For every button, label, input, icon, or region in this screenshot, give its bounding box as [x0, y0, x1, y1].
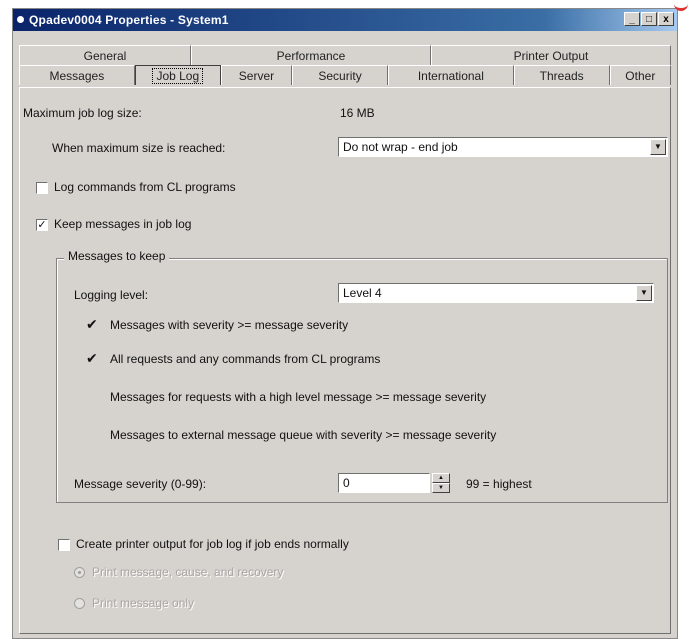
chevron-down-icon[interactable]: ▼	[636, 285, 652, 301]
when-reached-value: Do not wrap - end job	[343, 140, 458, 154]
tab-general[interactable]: General	[19, 45, 191, 65]
tab-other[interactable]: Other	[609, 65, 671, 85]
title-bar[interactable]: Qpadev0004 Properties - System1 _ □ x	[13, 9, 677, 31]
logging-level-label: Logging level:	[74, 288, 149, 302]
tab-row-front: Messages Job Log Server Security Interna…	[19, 65, 671, 85]
tab-job-log-label: Job Log	[152, 68, 204, 84]
radio-2-label: Print message only	[92, 596, 195, 610]
logging-level-value: Level 4	[343, 286, 382, 300]
logging-level-select[interactable]: Level 4 ▼	[338, 283, 654, 303]
keep-messages-label: Keep messages in job log	[54, 217, 192, 231]
max-size-value: 16 MB	[340, 106, 375, 120]
chevron-down-icon[interactable]: ▼	[432, 483, 450, 493]
checkmark-icon: ✔	[86, 316, 98, 332]
tab-messages[interactable]: Messages	[19, 65, 135, 85]
keep-messages-checkbox[interactable]: ✓	[36, 219, 48, 231]
option-1-label: Messages with severity >= message severi…	[110, 318, 349, 332]
max-size-label: Maximum job log size:	[23, 106, 142, 120]
tab-job-log[interactable]: Job Log	[134, 65, 221, 85]
minimize-button[interactable]: _	[624, 12, 640, 26]
tab-server[interactable]: Server	[220, 65, 293, 85]
severity-value: 0	[343, 476, 350, 490]
printer-output-checkbox[interactable]	[58, 539, 70, 551]
option-2-label: All requests and any commands from CL pr…	[110, 352, 381, 366]
chevron-down-icon[interactable]: ▼	[650, 139, 666, 155]
group-title: Messages to keep	[64, 249, 170, 263]
tab-row-back: General Performance Printer Output	[19, 45, 671, 65]
checkmark-icon: ✔	[86, 350, 98, 366]
radio-print-message-only[interactable]	[74, 598, 85, 609]
tab-threads[interactable]: Threads	[513, 65, 610, 85]
severity-hint: 99 = highest	[466, 477, 532, 491]
log-cl-checkbox[interactable]	[36, 182, 48, 194]
window-controls: _ □ x	[624, 12, 674, 26]
tab-performance[interactable]: Performance	[191, 45, 431, 65]
severity-input[interactable]: 0	[338, 473, 430, 493]
maximize-button[interactable]: □	[641, 12, 657, 26]
printer-output-label: Create printer output for job log if job…	[76, 537, 349, 551]
option-3-label: Messages for requests with a high level …	[110, 390, 487, 404]
option-4-label: Messages to external message queue with …	[110, 428, 497, 442]
corner-mark	[674, 0, 688, 11]
severity-stepper[interactable]: ▲ ▼	[432, 473, 450, 493]
radio-print-cause-recovery[interactable]	[74, 567, 85, 578]
tab-international[interactable]: International	[388, 65, 514, 85]
when-reached-label: When maximum size is reached:	[52, 141, 226, 155]
window-icon	[17, 16, 24, 23]
log-cl-label: Log commands from CL programs	[54, 180, 236, 194]
tab-security[interactable]: Security	[292, 65, 389, 85]
severity-label: Message severity (0-99):	[74, 477, 207, 491]
when-reached-select[interactable]: Do not wrap - end job ▼	[338, 137, 668, 157]
chevron-up-icon[interactable]: ▲	[432, 473, 450, 483]
tab-printer-output[interactable]: Printer Output	[431, 45, 671, 65]
close-button[interactable]: x	[658, 12, 674, 26]
radio-1-label: Print message, cause, and recovery	[92, 565, 284, 579]
window-title: Qpadev0004 Properties - System1	[29, 13, 229, 27]
